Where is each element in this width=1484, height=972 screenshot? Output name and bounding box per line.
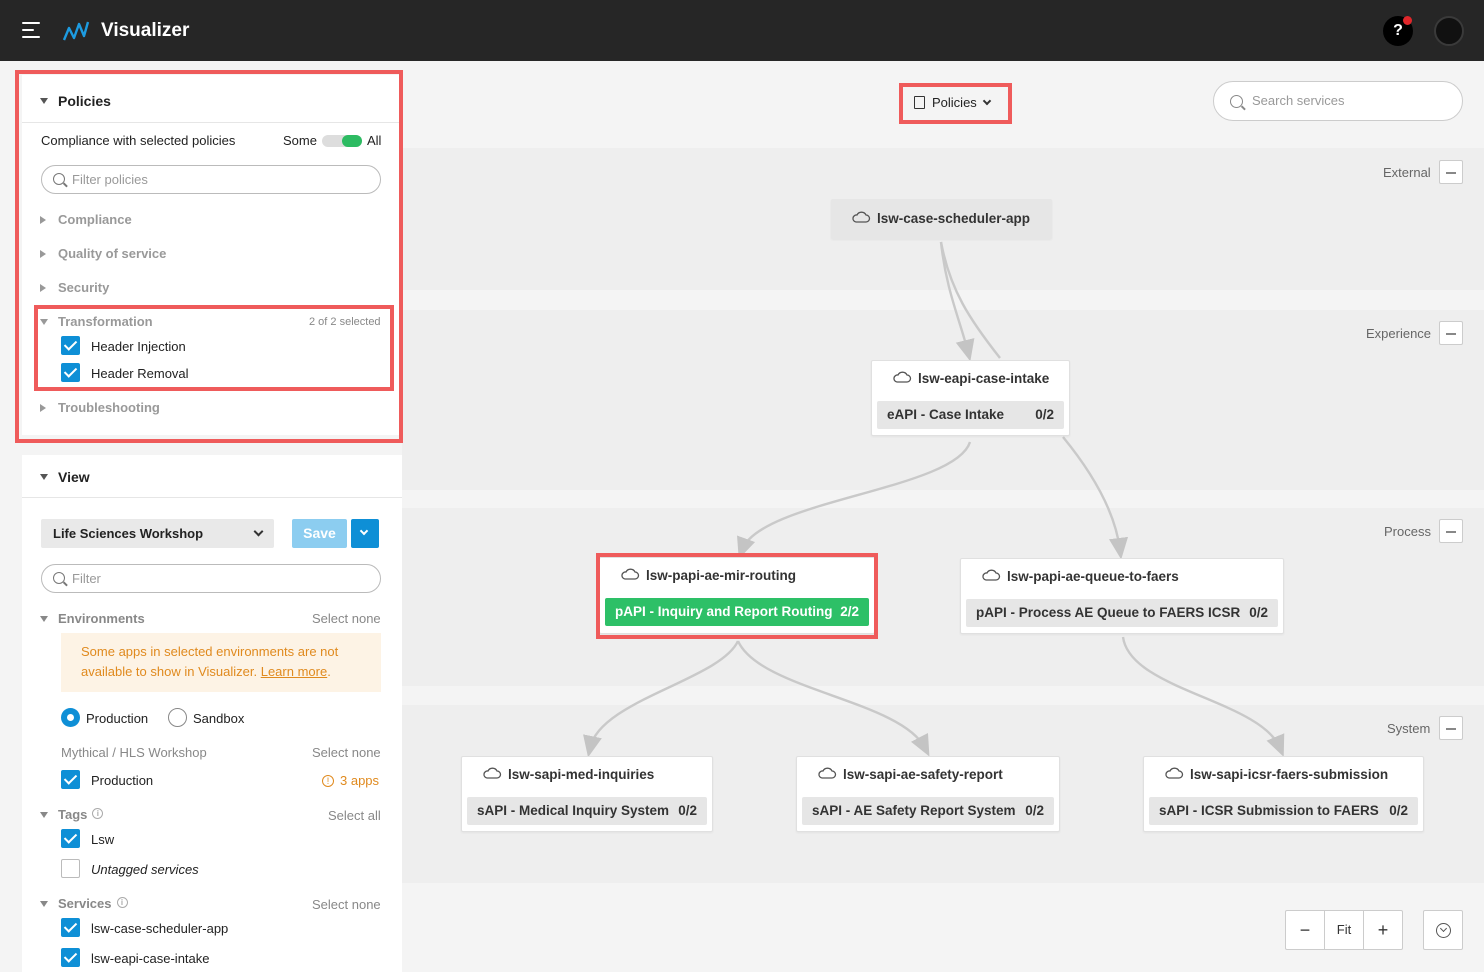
tag-lsw-label: Lsw [91, 832, 115, 847]
cloud-icon [483, 768, 502, 780]
zoom-out-button[interactable]: − [1286, 911, 1324, 949]
node-title: lsw-sapi-med-inquiries [508, 767, 655, 782]
selected-view-label: Life Sciences Workshop [53, 526, 204, 541]
production-radio[interactable] [61, 708, 80, 727]
production-env-checkbox[interactable] [61, 770, 80, 789]
environments-select-none[interactable]: Select none [312, 611, 381, 626]
api-name: sAPI - AE Safety Report System [812, 803, 1016, 818]
policy-count: 0/2 [1389, 803, 1408, 818]
cloud-icon [982, 570, 1001, 582]
policy-count: 0/2 [1025, 803, 1044, 818]
learn-more-link[interactable]: Learn more [261, 664, 327, 679]
view-panel: View Life Sciences Workshop Save Filter … [22, 455, 402, 972]
production-radio-label: Production [86, 711, 149, 726]
node-title: lsw-papi-ae-queue-to-faers [1007, 569, 1179, 584]
environments-header[interactable]: Environments [40, 611, 145, 626]
save-button[interactable]: Save [292, 519, 347, 548]
sandbox-radio-label: Sandbox [193, 711, 245, 726]
policy-count: 0/2 [678, 803, 697, 818]
highlight-policies-button [899, 83, 1012, 124]
zoom-controls: − Fit + [1285, 910, 1403, 950]
api-row[interactable]: sAPI - ICSR Submission to FAERS 0/2 [1149, 797, 1418, 825]
cloud-icon [818, 768, 837, 780]
tags-header[interactable]: Tags i [40, 807, 104, 822]
apps-warning[interactable]: ! 3 apps [322, 773, 379, 788]
chevron-down-icon [253, 526, 264, 537]
tag-untagged-label: Untagged services [91, 862, 199, 877]
zoom-fit-button[interactable]: Fit [1325, 911, 1363, 949]
apps-warning-label: 3 apps [340, 773, 380, 788]
tags-select-all[interactable]: Select all [328, 808, 381, 823]
divider [22, 497, 402, 498]
sandbox-radio[interactable] [168, 708, 187, 727]
business-group-label: Mythical / HLS Workshop [61, 745, 207, 760]
tags-label: Tags [58, 807, 88, 822]
node-title: lsw-eapi-case-intake [918, 371, 1050, 386]
highlight-mir-routing [596, 553, 878, 639]
service-scheduler-checkbox[interactable] [61, 918, 80, 937]
node-lsw-sapi-ae-safety-report[interactable]: lsw-sapi-ae-safety-report sAPI - AE Safe… [796, 756, 1060, 832]
view-filter-input[interactable]: Filter [41, 564, 381, 593]
node-lsw-sapi-med-inquiries[interactable]: lsw-sapi-med-inquiries sAPI - Medical In… [461, 756, 713, 832]
node-title: lsw-sapi-ae-safety-report [843, 767, 1003, 782]
service-intake-checkbox[interactable] [61, 948, 80, 967]
search-icon [1230, 95, 1243, 108]
node-lsw-eapi-case-intake[interactable]: lsw-eapi-case-intake eAPI - Case Intake 0… [871, 360, 1070, 436]
policy-count: 0/2 [1035, 407, 1054, 422]
api-row[interactable]: eAPI - Case Intake 0/2 [877, 401, 1064, 429]
services-header[interactable]: Services i [40, 896, 128, 911]
service-intake-label: lsw-eapi-case-intake [91, 951, 210, 966]
search-services-input[interactable]: Search services [1213, 81, 1463, 121]
services-select-none[interactable]: Select none [312, 897, 381, 912]
group-select-none[interactable]: Select none [312, 745, 381, 760]
caret-down-icon [40, 811, 48, 818]
download-button[interactable] [1423, 910, 1463, 950]
policy-count: 0/2 [1249, 605, 1268, 620]
node-title: lsw-case-scheduler-app [877, 211, 1031, 226]
download-icon [1436, 923, 1451, 938]
info-icon: i [92, 808, 104, 820]
production-env-label: Production [91, 773, 154, 788]
zoom-in-button[interactable]: + [1364, 911, 1402, 949]
api-row[interactable]: sAPI - AE Safety Report System 0/2 [802, 797, 1054, 825]
tag-untagged-checkbox[interactable] [61, 859, 80, 878]
search-icon [53, 572, 65, 584]
filter-placeholder: Filter [72, 571, 101, 586]
tag-lsw-checkbox[interactable] [61, 829, 80, 848]
caret-down-icon [40, 474, 48, 481]
node-title: lsw-sapi-icsr-faers-submission [1190, 767, 1389, 782]
cloud-icon [893, 372, 912, 384]
warning-end: . [327, 664, 331, 679]
node-lsw-papi-ae-queue-to-faers[interactable]: lsw-papi-ae-queue-to-faers pAPI - Proces… [960, 558, 1284, 634]
cloud-icon [1165, 768, 1184, 780]
caret-down-icon [40, 900, 48, 907]
api-row[interactable]: pAPI - Process AE Queue to FAERS ICSR 0/2 [966, 599, 1278, 627]
api-name: eAPI - Case Intake [887, 407, 1005, 422]
cloud-icon [852, 212, 871, 224]
environments-label: Environments [58, 611, 145, 626]
info-icon: i [116, 897, 128, 909]
node-lsw-case-scheduler-app[interactable]: lsw-case-scheduler-app [831, 199, 1052, 239]
api-name: sAPI - Medical Inquiry System [477, 803, 670, 818]
view-section-header[interactable]: View [40, 469, 90, 485]
service-scheduler-label: lsw-case-scheduler-app [91, 921, 229, 936]
environment-warning: Some apps in selected environments are n… [61, 633, 381, 692]
view-select[interactable]: Life Sciences Workshop [41, 519, 274, 548]
warning-icon: ! [322, 774, 334, 787]
api-name: pAPI - Process AE Queue to FAERS ICSR [976, 605, 1241, 620]
save-menu-button[interactable] [351, 519, 379, 548]
highlight-transformation [34, 305, 394, 391]
chevron-down-icon [359, 526, 369, 536]
services-label: Services [58, 896, 112, 911]
api-name: sAPI - ICSR Submission to FAERS [1159, 803, 1379, 818]
node-lsw-sapi-icsr-faers-submission[interactable]: lsw-sapi-icsr-faers-submission sAPI - IC… [1143, 756, 1424, 832]
caret-down-icon [40, 615, 48, 622]
view-heading: View [58, 469, 90, 485]
search-placeholder: Search services [1252, 93, 1345, 108]
api-row[interactable]: sAPI - Medical Inquiry System 0/2 [467, 797, 707, 825]
